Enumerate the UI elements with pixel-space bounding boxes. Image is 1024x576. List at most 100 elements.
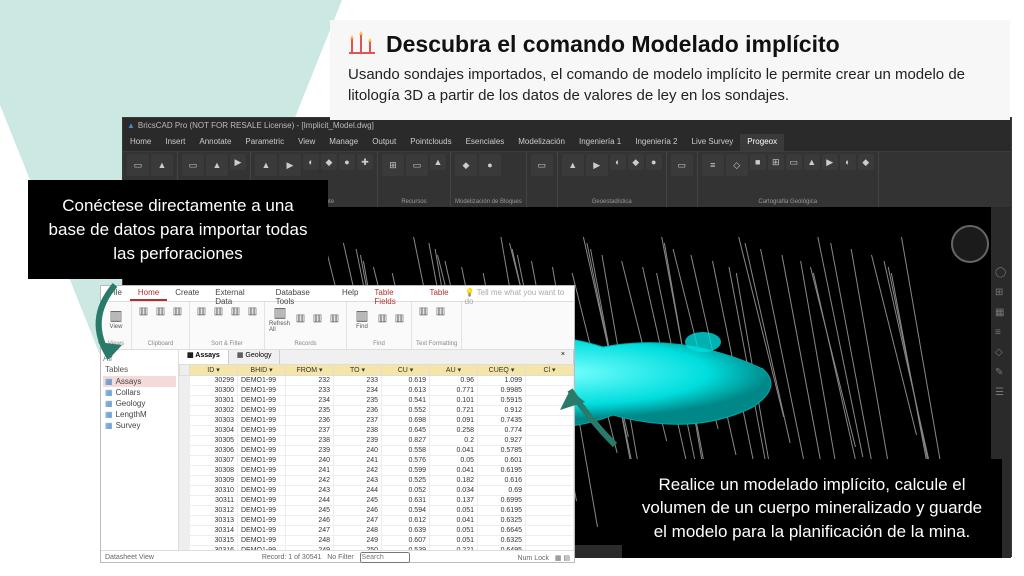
access-tool-filter[interactable]: ▥	[194, 304, 209, 319]
cell[interactable]: 234	[334, 386, 382, 396]
cell[interactable]: 30306	[190, 446, 238, 456]
cell[interactable]: 241	[334, 456, 382, 466]
cell[interactable]: 0.7435	[478, 416, 526, 426]
cell[interactable]: 0.616	[478, 476, 526, 486]
cad-tool-icon[interactable]: ◆	[321, 154, 337, 170]
cell[interactable]: 0.258	[430, 426, 478, 436]
col-header-cueq[interactable]: CUEQ ▾	[478, 365, 526, 376]
cell[interactable]: 0.698	[382, 416, 430, 426]
access-tab-table[interactable]: Table	[421, 286, 456, 301]
table-row[interactable]: 30313DEMO1-992462470.6120.0410.6325	[180, 516, 574, 526]
cell[interactable]	[526, 526, 574, 536]
cell[interactable]: 30312	[190, 506, 238, 516]
cad-tab-esenciales[interactable]: Esenciales	[459, 134, 512, 151]
cell[interactable]: 30309	[190, 476, 238, 486]
cell[interactable]: 30315	[190, 536, 238, 546]
cell[interactable]: DEMO1-99	[238, 406, 286, 416]
nav-table-assays[interactable]: ▦Assays	[103, 376, 176, 387]
cell[interactable]: 237	[286, 426, 334, 436]
access-tool-icon[interactable]: ▥	[293, 311, 308, 326]
cell[interactable]: 30311	[190, 496, 238, 506]
cad-tab-parametric[interactable]: Parametric	[238, 134, 291, 151]
cell[interactable]: 0.5785	[478, 446, 526, 456]
cad-tool-icon[interactable]: ≡	[702, 154, 724, 176]
cell[interactable]: 245	[334, 496, 382, 506]
access-tool-icon[interactable]: ▥	[375, 311, 390, 326]
cell[interactable]: 236	[334, 406, 382, 416]
cad-tool-icon[interactable]: ◐	[610, 154, 626, 170]
cell[interactable]: DEMO1-99	[238, 546, 286, 551]
cell[interactable]: 239	[334, 436, 382, 446]
cell[interactable]: 239	[286, 446, 334, 456]
cad-tab-modelización[interactable]: Modelización	[511, 134, 572, 151]
cad-tool-icon[interactable]: ■	[750, 154, 766, 170]
cad-tool-icon[interactable]: ▲	[151, 154, 173, 176]
col-header-from[interactable]: FROM ▾	[286, 365, 334, 376]
cell[interactable]: 0.912	[478, 406, 526, 416]
cell[interactable]: 241	[286, 466, 334, 476]
cell[interactable]: 0.576	[382, 456, 430, 466]
col-header-id[interactable]: ID ▾	[190, 365, 238, 376]
table-row[interactable]: 30314DEMO1-992472480.6390.0510.6645	[180, 526, 574, 536]
cad-tool-icon[interactable]: ●	[646, 154, 662, 170]
nav-table-lengthm[interactable]: ▦LengthM	[103, 409, 176, 420]
cad-tool-icon[interactable]: ▭	[671, 154, 693, 176]
cad-tool-icon[interactable]: ▶	[822, 154, 838, 170]
cad-tool-icon[interactable]: ●	[479, 154, 501, 176]
cad-tool-icon[interactable]: ▶	[586, 154, 608, 176]
cell[interactable]	[526, 466, 574, 476]
cell[interactable]: 30308	[190, 466, 238, 476]
cell[interactable]: 0.774	[478, 426, 526, 436]
cell[interactable]: 0.221	[430, 546, 478, 551]
col-header-cu[interactable]: CU ▾	[382, 365, 430, 376]
cad-tool-icon[interactable]: ◆	[628, 154, 644, 170]
table-row[interactable]: 30304DEMO1-992372380.6450.2580.774	[180, 426, 574, 436]
cell[interactable]: 238	[334, 426, 382, 436]
cell[interactable]: 0.9985	[478, 386, 526, 396]
cad-tab-live-survey[interactable]: Live Survey	[685, 134, 741, 151]
cell[interactable]	[526, 486, 574, 496]
cell[interactable]: 236	[286, 416, 334, 426]
close-tab-button[interactable]: ×	[553, 350, 574, 364]
cell[interactable]: 30310	[190, 486, 238, 496]
cell[interactable]: 0.5915	[478, 396, 526, 406]
cell[interactable]: 0.137	[430, 496, 478, 506]
cad-tool-icon[interactable]: ⊞	[768, 154, 784, 170]
cell[interactable]: 30305	[190, 436, 238, 446]
access-tab-external-data[interactable]: External Data	[207, 286, 267, 301]
table-row[interactable]: 30300DEMO1-992332340.6130.7710.9985	[180, 386, 574, 396]
cad-tab-annotate[interactable]: Annotate	[192, 134, 238, 151]
cad-tool-icon[interactable]: ▲	[804, 154, 820, 170]
cell[interactable]: 0.619	[382, 376, 430, 386]
cell[interactable]: 0.034	[430, 486, 478, 496]
cell[interactable]: DEMO1-99	[238, 476, 286, 486]
nav-table-collars[interactable]: ▦Collars	[103, 387, 176, 398]
cad-tool-icon[interactable]: ▶	[230, 154, 246, 170]
table-row[interactable]: 30311DEMO1-992442450.6310.1370.6995	[180, 496, 574, 506]
cell[interactable]: 0.639	[382, 526, 430, 536]
cell[interactable]: 242	[334, 466, 382, 476]
cell[interactable]: 0.96	[430, 376, 478, 386]
cad-tool-icon[interactable]: ◆	[455, 154, 477, 176]
cell[interactable]: 0.69	[478, 486, 526, 496]
cell[interactable]: 0.612	[382, 516, 430, 526]
cad-tab-home[interactable]: Home	[123, 134, 158, 151]
table-row[interactable]: 30308DEMO1-992412420.5990.0410.6195	[180, 466, 574, 476]
cell[interactable]: 30304	[190, 426, 238, 436]
cad-tab-progeox[interactable]: Progeox	[740, 134, 784, 151]
cell[interactable]: DEMO1-99	[238, 426, 286, 436]
cell[interactable]: 0.558	[382, 446, 430, 456]
cad-tool-icon[interactable]: ✚	[357, 154, 373, 170]
cell[interactable]: 0.613	[382, 386, 430, 396]
table-row[interactable]: 30315DEMO1-992482490.6070.0510.6325	[180, 536, 574, 546]
cell[interactable]: 0.2	[430, 436, 478, 446]
cell[interactable]: 30303	[190, 416, 238, 426]
access-tool-icon[interactable]: ▥	[327, 311, 342, 326]
search-input[interactable]	[360, 552, 410, 563]
cell[interactable]: 30314	[190, 526, 238, 536]
col-header-to[interactable]: TO ▾	[334, 365, 382, 376]
cell[interactable]: 0.6645	[478, 526, 526, 536]
cell[interactable]: 0.051	[430, 506, 478, 516]
col-header-bhid[interactable]: BHID ▾	[238, 365, 286, 376]
cell[interactable]: 248	[334, 526, 382, 536]
